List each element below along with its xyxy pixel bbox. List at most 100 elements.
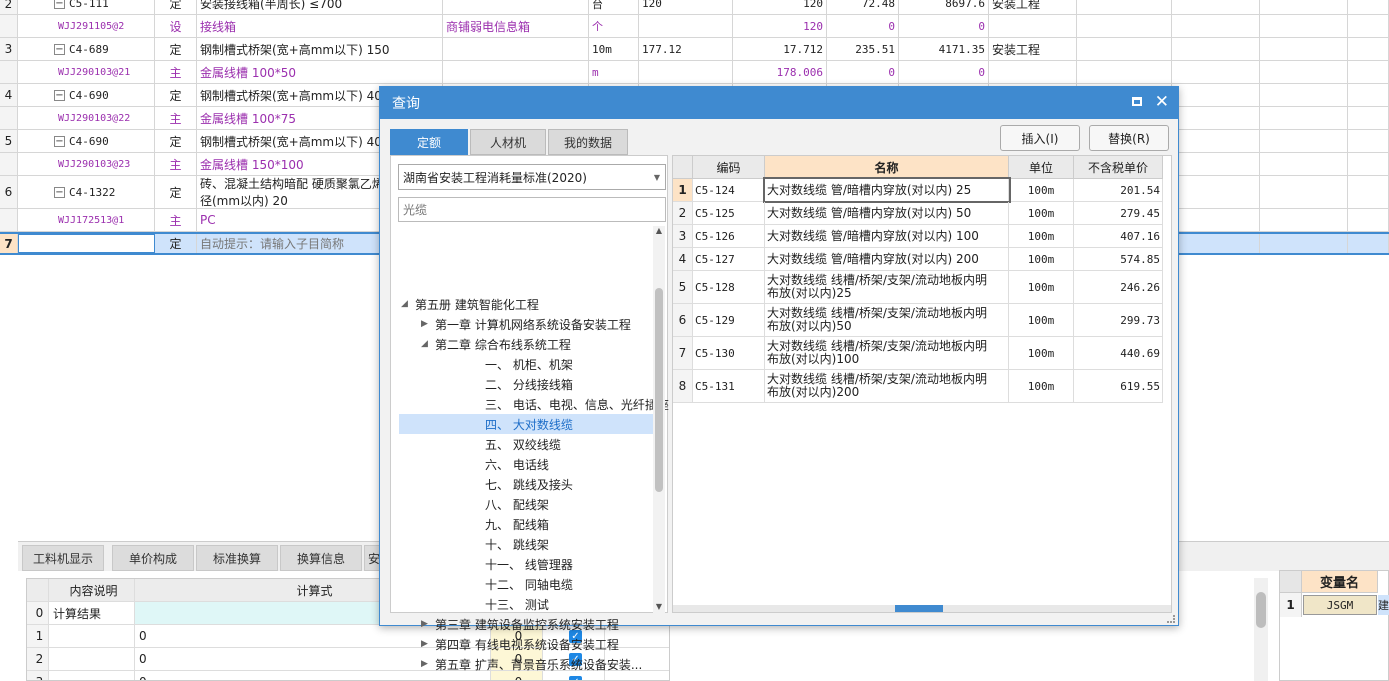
empty-cell [1348,153,1389,175]
result-row-num: 1 [673,179,693,201]
results-header-cell[interactable]: 名称 [765,156,1009,179]
collapsed-arrow-icon[interactable]: ▶ [421,619,435,629]
expanded-arrow-icon[interactable]: ◢ [401,299,415,309]
tree-node[interactable]: 十、 跳线架 [441,534,549,554]
collapse-icon[interactable]: − [54,135,65,147]
checkbox-icon[interactable]: ✓ [569,675,582,680]
tree-scrollbar[interactable]: ▲ ▼ [653,226,665,614]
standard-select[interactable]: 湖南省安装工程消耗量标准(2020) ▼ [398,164,666,190]
spec-cell [443,38,589,60]
collapse-icon[interactable]: − [54,43,65,55]
result-row[interactable]: 2 C5-125 大对数线缆 管/暗槽内穿放(对以内) 50 100m 279.45 [673,202,1163,225]
results-header-cell[interactable]: 编码 [693,156,765,179]
tab-materials[interactable]: 人材机 [470,129,546,155]
bottom-scrollbar[interactable] [1254,578,1268,681]
expanded-arrow-icon[interactable]: ◢ [421,339,435,349]
tree-node[interactable]: ▶ 第三章 建筑设备监控系统安装工程 [421,614,619,634]
tree-node-label: 第四章 有线电视系统设备安装工程 [435,637,619,652]
grid-label-cell[interactable] [49,671,135,680]
result-row[interactable]: 8 C5-131 大对数线缆 线槽/桥架/支架/流动地板内明 布放(对以内)200 10… [673,370,1163,403]
maximize-icon[interactable] [1132,97,1142,106]
collapsed-arrow-icon[interactable]: ▶ [421,319,435,329]
empty-cell [1172,0,1260,14]
grid-label-cell[interactable] [49,648,135,670]
empty-cell [1348,38,1389,60]
empty-cell [1260,15,1348,37]
row-number [0,15,18,37]
collapse-icon[interactable]: − [54,0,65,9]
result-row[interactable]: 3 C5-126 大对数线缆 管/暗槽内穿放(对以内) 100 100m 407.16 [673,225,1163,248]
result-name-line-2: 布放(对以内)50 [767,319,852,333]
result-row[interactable]: 6 C5-129 大对数线缆 线槽/桥架/支架/流动地板内明 布放(对以内)50 100… [673,304,1163,337]
scroll-up-icon[interactable]: ▲ [653,226,665,238]
insert-button[interactable]: 插入(I) [1000,125,1080,151]
results-header-cell[interactable]: 不含税单价 [1074,156,1163,179]
dialog-title: 查询 [392,96,420,112]
tree-node[interactable]: 十一、 线管理器 [441,554,573,574]
estimate-row[interactable]: WJJ290103@21 主金属线槽 100*50 m 178.006 0 0 [0,61,1389,84]
collapsed-arrow-icon[interactable]: ▶ [421,659,435,669]
grid-label-cell[interactable]: 计算结果 [49,602,135,624]
query-dialog: 查询 ✕ 定额 人材机 我的数据 插入(I) 替换(R) 湖南省安装工程消耗量标… [379,86,1179,672]
code-cell[interactable] [18,234,155,253]
tree-node-label: 第二章 综合布线系统工程 [435,337,571,352]
h-scroll-thumb[interactable] [895,605,943,612]
estimate-row[interactable]: 3− C4-689 定钢制槽式桥架(宽+高mm以下) 150 10m 177.12 17.… [0,38,1389,61]
tab-my-data[interactable]: 我的数据 [548,129,628,155]
tree-node[interactable]: 五、 双绞线缆 [441,434,561,454]
dialog-titlebar[interactable]: 查询 ✕ [380,87,1178,119]
code-text: C5-111 [69,0,109,10]
result-row[interactable]: 4 C5-127 大对数线缆 管/暗槽内穿放(对以内) 200 100m 574.85 [673,248,1163,271]
bottom-tab[interactable]: 单价构成 [112,545,194,571]
var-value-cell[interactable]: JSGM [1303,595,1377,615]
collapsed-arrow-icon[interactable]: ▶ [421,639,435,649]
result-row-num: 3 [673,225,693,247]
var-extra-cell[interactable]: 建 [1378,595,1389,615]
tree-scroll-thumb[interactable] [655,288,663,492]
scroll-down-icon[interactable]: ▼ [653,602,665,614]
tree-node[interactable]: 四、 大对数线缆 [399,414,653,434]
replace-button[interactable]: 替换(R) [1089,125,1169,151]
scroll-thumb[interactable] [1256,592,1266,628]
result-price: 201.54 [1074,179,1163,201]
estimate-row[interactable]: 2− C5-111 定安装接线箱(半周长) ≤700 台 120 120 72.48 8697… [0,0,1389,15]
code-cell: − C4-1322 [18,176,155,208]
tab-quota[interactable]: 定额 [390,129,468,155]
empty-cell [1348,234,1389,253]
tree-node[interactable]: 七、 跳线及接头 [441,474,573,494]
bottom-tab[interactable]: 换算信息 [280,545,362,571]
bottom-tab[interactable]: 工料机显示 [22,545,104,571]
results-header-cell[interactable]: 单位 [1009,156,1074,179]
bottom-tab[interactable]: 标准换算 [196,545,278,571]
result-code: C5-127 [693,248,765,270]
tree-node[interactable]: ◢ 第二章 综合布线系统工程 [421,334,571,354]
grid-label-cell[interactable] [49,625,135,647]
tree-node[interactable]: ◢ 第五册 建筑智能化工程 [401,294,539,314]
h-scrollbar[interactable] [673,605,1171,612]
tree-node[interactable]: 八、 配线架 [441,494,549,514]
tree-node[interactable]: 十二、 同轴电缆 [441,574,573,594]
tree-node[interactable]: 三、 电话、电视、信息、光纤插座 [441,394,669,414]
tree-node[interactable]: ▶ 第五章 扩声、背景音乐系统设备安装... [421,654,642,674]
tree-node[interactable]: ▶ 第一章 计算机网络系统设备安装工程 [421,314,631,334]
tree-node[interactable]: 二、 分线接线箱 [441,374,573,394]
qty2-cell: 120 [733,0,827,14]
tree-node[interactable]: 六、 电话线 [441,454,549,474]
grid-header-cell: 内容说明 [49,579,135,601]
close-icon[interactable]: ✕ [1155,92,1169,112]
tree-node[interactable]: 一、 机柜、机架 [441,354,573,374]
collapse-icon[interactable]: − [54,89,65,101]
result-name-line: 大对数线缆 管/暗槽内穿放(对以内) 25 [767,182,972,197]
tree-node[interactable]: ▶ 第四章 有线电视系统设备安装工程 [421,634,619,654]
result-row[interactable]: 1 C5-124 大对数线缆 管/暗槽内穿放(对以内) 25 100m 201.54 [673,177,1163,203]
result-row[interactable]: 7 C5-130 大对数线缆 线槽/桥架/支架/流动地板内明 布放(对以内)100 10… [673,337,1163,370]
tree-node[interactable]: 九、 配线箱 [441,514,549,534]
estimate-row[interactable]: WJJ291105@2 设接线箱 商铺弱电信息箱个 120 0 0 [0,15,1389,38]
resize-grip-icon[interactable] [1167,615,1175,623]
collapse-icon[interactable]: − [54,186,65,198]
result-row[interactable]: 5 C5-128 大对数线缆 线槽/桥架/支架/流动地板内明 布放(对以内)25 100… [673,271,1163,304]
qty-cell [639,61,733,83]
search-input[interactable] [398,197,666,222]
tree-node[interactable]: 十三、 测试 [441,594,549,614]
tree-node-label: 十三、 测试 [485,597,549,612]
